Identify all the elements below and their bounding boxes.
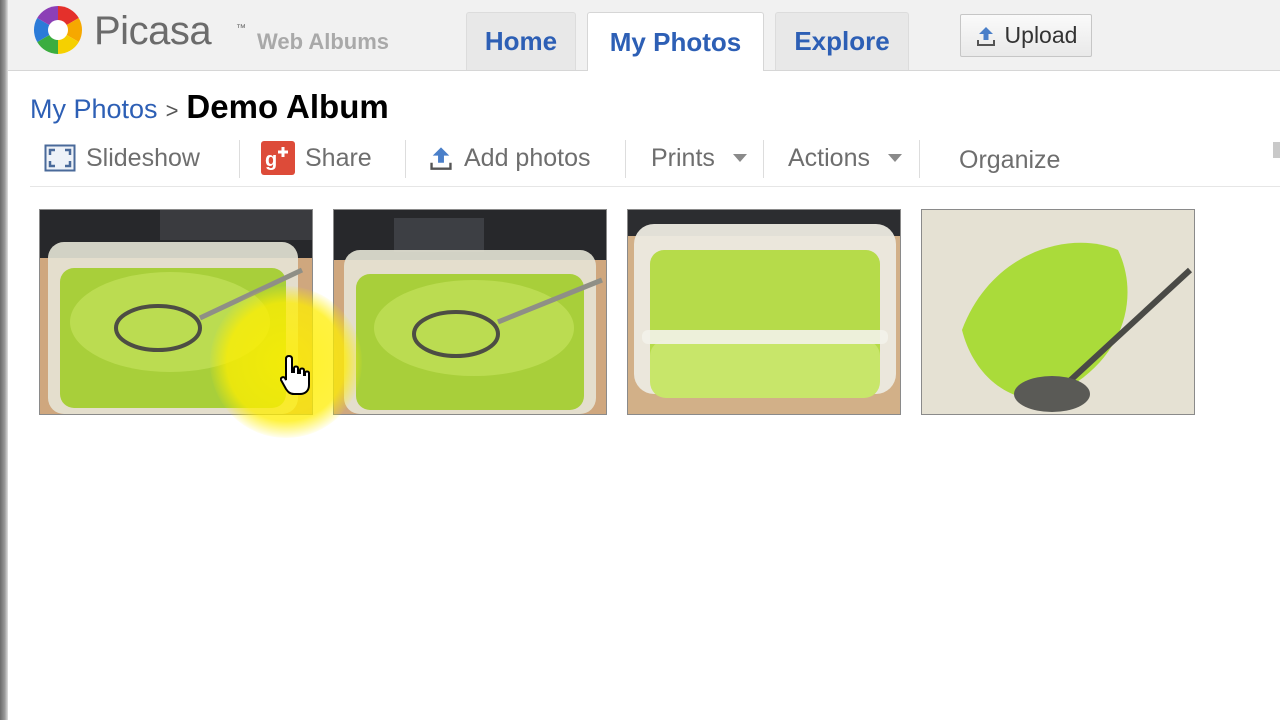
photo-thumbnail[interactable] — [39, 209, 313, 415]
slideshow-label: Slideshow — [86, 143, 200, 172]
photo-image — [628, 210, 900, 414]
logo-trademark: ™ — [236, 23, 246, 34]
toolbar-divider — [405, 140, 406, 178]
organize-label: Organize — [959, 145, 1061, 174]
toolbar-divider — [625, 140, 626, 178]
breadcrumb-separator: > — [165, 98, 179, 123]
fullscreen-icon — [44, 144, 76, 172]
add-photos-button[interactable]: Add photos — [428, 136, 591, 180]
tab-home[interactable]: Home — [466, 12, 576, 70]
share-button[interactable]: g Share — [261, 136, 372, 180]
album-title: Demo Album — [186, 88, 389, 125]
add-photos-label: Add photos — [464, 143, 591, 172]
prints-menu[interactable]: Prints — [651, 136, 747, 180]
share-label: Share — [305, 143, 372, 172]
google-plus-icon: g — [261, 141, 295, 175]
photo-image — [922, 210, 1194, 414]
photo-thumbnail[interactable] — [333, 209, 607, 415]
album-toolbar: Slideshow g Share Add photos Prints Acti… — [30, 136, 1280, 187]
actions-menu[interactable]: Actions — [788, 136, 902, 180]
toolbar-divider — [763, 140, 764, 178]
actions-label: Actions — [788, 143, 870, 172]
toolbar-divider — [919, 140, 920, 178]
photo-thumbnail[interactable] — [921, 209, 1195, 415]
svg-text:g: g — [265, 149, 277, 171]
photo-thumbnail[interactable] — [627, 209, 901, 415]
upload-label: Upload — [1004, 22, 1078, 48]
photo-image — [40, 210, 312, 414]
toolbar-divider — [239, 140, 240, 178]
caret-down-icon — [887, 154, 902, 162]
upload-arrow-icon — [976, 26, 995, 46]
header-bar: Picasa ™ Web Albums Home My Photos Explo… — [8, 0, 1280, 71]
picasa-pinwheel-icon[interactable] — [32, 4, 84, 56]
scrollbar-handle[interactable] — [1273, 142, 1280, 158]
prints-label: Prints — [651, 143, 715, 172]
breadcrumb-my-photos-link[interactable]: My Photos — [30, 94, 158, 125]
slideshow-button[interactable]: Slideshow — [44, 136, 200, 180]
photo-image — [334, 210, 606, 414]
window-left-edge — [0, 0, 8, 720]
tab-my-photos[interactable]: My Photos — [587, 12, 764, 71]
organize-button[interactable]: Organize — [959, 138, 1060, 182]
logo-subtitle: Web Albums — [257, 29, 390, 54]
breadcrumb: My Photos > Demo Album — [30, 88, 389, 132]
caret-down-icon — [732, 154, 747, 162]
tab-explore[interactable]: Explore — [775, 12, 909, 70]
upload-button[interactable]: Upload — [960, 14, 1092, 57]
upload-arrow-icon — [430, 147, 452, 170]
logo-text[interactable]: Picasa — [94, 9, 212, 54]
